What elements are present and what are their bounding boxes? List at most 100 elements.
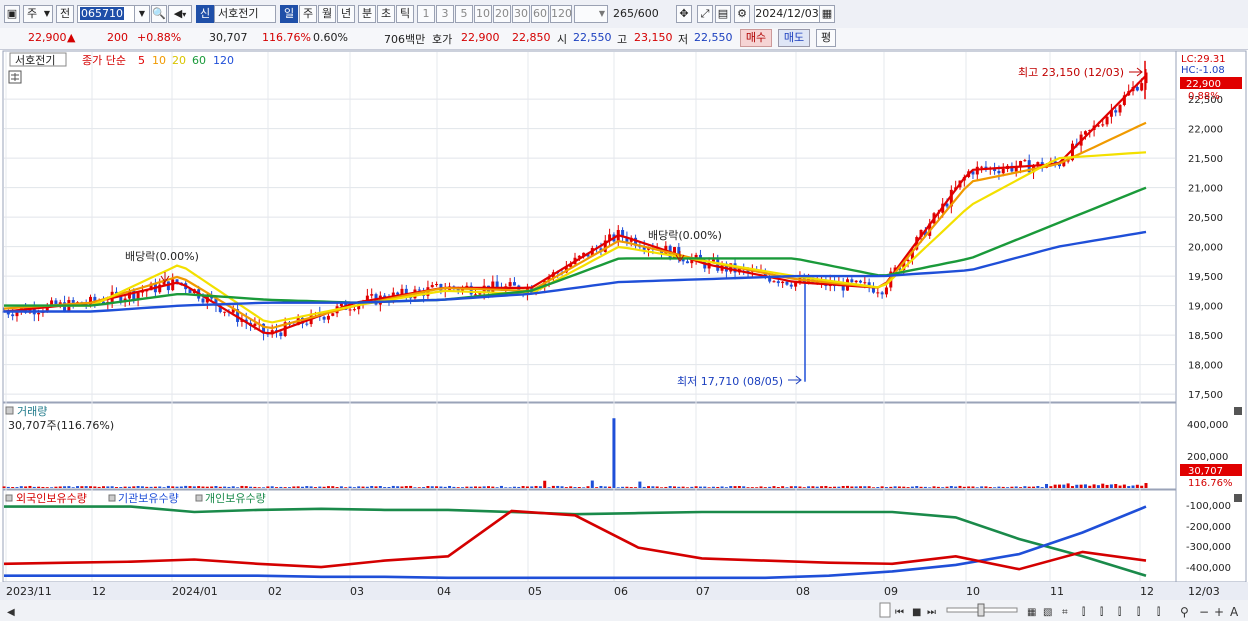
current-price: 22,900 [28, 31, 67, 44]
volume-bar [1075, 484, 1079, 488]
tool-icon[interactable]: ⫿ [1100, 606, 1103, 618]
volume-bar [54, 486, 58, 488]
period-day-button[interactable]: 일 [280, 5, 298, 23]
holding-tick: -100,000 [1186, 501, 1231, 512]
search-icon[interactable]: 🔍 [151, 5, 167, 23]
candle-body [880, 292, 884, 295]
period-year-button[interactable]: 년 [337, 5, 355, 23]
tool-icon[interactable]: ⫿ [1157, 606, 1160, 618]
volume-bar [344, 487, 348, 488]
prev-button[interactable]: 전 [56, 5, 74, 23]
draw-tool-icon[interactable]: ⤢ [697, 5, 713, 23]
period-week-button[interactable]: 주 [299, 5, 317, 23]
volume-bar [430, 486, 434, 488]
lc-label: LC:29.31 [1181, 54, 1226, 65]
scroll-left-icon[interactable]: ◀ [7, 607, 15, 618]
layout-icon[interactable]: ▦ [1027, 607, 1036, 618]
volume-bar [573, 487, 577, 488]
buy-button[interactable]: 매수 [740, 29, 772, 47]
save-icon[interactable]: ▤ [715, 5, 731, 23]
volume-bar [1023, 486, 1027, 488]
interval-custom-input[interactable]: ▼ [574, 5, 608, 23]
forward-icon[interactable]: ⏭ [927, 607, 936, 618]
volume-bar [655, 486, 659, 488]
rewind-icon[interactable]: ⏮ [895, 607, 904, 618]
volume-bar [750, 487, 754, 488]
crosshair-icon[interactable]: ✥ [676, 5, 692, 23]
volume-bar [97, 486, 101, 488]
volume-bar [71, 487, 75, 488]
interval-1-button[interactable]: 1 [417, 5, 435, 23]
chart-svg[interactable]: 서호전기 종가 단순 5 10 20 60 120 22,50022,00021… [0, 50, 1248, 621]
panel-close-icon[interactable] [1234, 494, 1242, 502]
font-size-icon[interactable]: A [1230, 605, 1239, 619]
period-second-button[interactable]: 초 [377, 5, 395, 23]
stock-code-input[interactable]: 065710 [77, 5, 135, 23]
legend-ma5: 5 [138, 54, 145, 67]
speaker-icon[interactable]: ◀▾ [168, 5, 192, 23]
x-tick-label: 08 [796, 585, 810, 598]
tool-icon[interactable]: ⫿ [1118, 606, 1121, 618]
candle-body [685, 261, 689, 264]
volume-bar [910, 486, 914, 488]
interval-5-button[interactable]: 5 [455, 5, 473, 23]
chart-area[interactable]: 서호전기 종가 단순 5 10 20 60 120 22,500 22,000 21… [0, 50, 1248, 621]
panel-collapse-icon[interactable] [5, 494, 13, 502]
code-dropdown-button[interactable]: ▼ [134, 5, 150, 23]
layout-icon[interactable]: ▧ [1043, 607, 1052, 618]
zoom-in-icon[interactable]: + [1214, 605, 1224, 619]
zoom-search-icon[interactable]: ⚲ [1180, 605, 1189, 619]
volume-title: 거래량 [17, 405, 47, 418]
scroll-right-icon[interactable] [879, 602, 891, 618]
volume-bar [1066, 483, 1070, 488]
volume-bar [928, 487, 932, 488]
volume-bar [1036, 485, 1040, 488]
interval-10-button[interactable]: 10 [474, 5, 492, 23]
panel-collapse-icon[interactable] [5, 406, 14, 415]
low-label: 저 [678, 33, 689, 46]
volume-bar [612, 418, 616, 488]
volume-bar [967, 486, 971, 488]
zoom-out-icon[interactable]: − [1199, 605, 1209, 619]
stop-icon[interactable]: ■ [912, 607, 921, 618]
volume-bar [599, 485, 603, 488]
volume-bar [469, 486, 473, 488]
calendar-icon[interactable]: ▦ [819, 5, 835, 23]
volume-panel [2, 402, 1177, 490]
candle-body [859, 280, 862, 283]
volume-bar [175, 486, 179, 488]
eval-button[interactable]: 평 [816, 29, 836, 47]
candle-body [331, 313, 335, 316]
period-month-button[interactable]: 월 [318, 5, 336, 23]
sell-button[interactable]: 매도 [778, 29, 810, 47]
stock-name-field[interactable]: 서호전기 [214, 5, 276, 23]
tool-icon[interactable]: ⫿ [1137, 606, 1140, 618]
interval-60-button[interactable]: 60 [531, 5, 549, 23]
volume-bar [724, 487, 728, 488]
period-tick-button[interactable]: 틱 [396, 5, 414, 23]
volume-bar [210, 486, 214, 488]
window-icon[interactable]: ▣ [4, 5, 20, 23]
panel-close-icon[interactable] [1234, 407, 1242, 415]
gear-icon[interactable]: ⚙ [734, 5, 750, 23]
volume-bar [915, 486, 919, 488]
tool-icon[interactable]: ⌗ [1062, 607, 1068, 618]
interval-3-button[interactable]: 3 [436, 5, 454, 23]
volume-bar [694, 486, 698, 488]
high-price: 23,150 [634, 31, 673, 44]
volume-bar [391, 485, 395, 488]
tool-icon[interactable]: ⫿ [1082, 606, 1085, 618]
market-select[interactable]: 주 ▼ [23, 5, 53, 23]
date-input[interactable]: 2024/12/03 [754, 5, 820, 23]
interval-30-button[interactable]: 30 [512, 5, 530, 23]
price-tick-label: 19,000 [1188, 302, 1223, 313]
period-minute-button[interactable]: 분 [358, 5, 376, 23]
interval-20-button[interactable]: 20 [493, 5, 511, 23]
candle-body [1023, 160, 1027, 162]
x-tick-label: 2024/01 [172, 585, 218, 598]
volume-bar [504, 487, 508, 488]
zoom-slider-handle[interactable] [977, 603, 985, 617]
volume-bar [305, 486, 309, 488]
interval-120-button[interactable]: 120 [550, 5, 572, 23]
candle-body [776, 281, 780, 284]
